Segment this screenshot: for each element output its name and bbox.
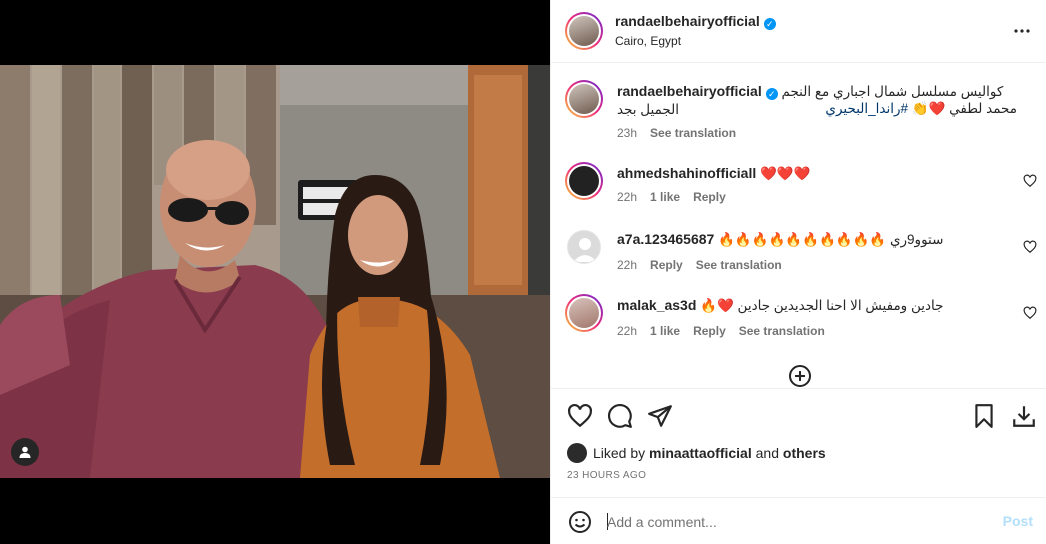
author-username[interactable]: randaelbehairyofficial — [615, 13, 760, 29]
comment-avatar[interactable] — [569, 298, 599, 328]
comments-list: randaelbehairyofficial ✓ كواليس مسلسل شما… — [551, 64, 1046, 388]
like-comment-heart-icon[interactable] — [1023, 174, 1037, 188]
default-avatar-icon — [573, 238, 597, 262]
comment-see-translation[interactable]: See translation — [696, 258, 782, 272]
load-more-comments-icon[interactable] — [788, 364, 812, 388]
comment-username[interactable]: malak_as3d — [617, 297, 696, 313]
caption-time: 23h — [617, 126, 638, 140]
post-details-panel: randaelbehairyofficial ✓ Cairo, Egypt ran… — [550, 0, 1046, 544]
verified-badge-icon: ✓ — [765, 88, 778, 100]
liked-by-line: Liked by minaattaofficial and others — [567, 443, 826, 465]
comment-text: 🔥🔥🔥🔥🔥🔥🔥🔥🔥🔥 ستوو9ري — [718, 232, 944, 247]
comment-text: 🔥❤️ جادين ومفيش الا احنا الجديدين جادين — [700, 298, 944, 313]
post-header: randaelbehairyofficial ✓ Cairo, Egypt — [551, 0, 1046, 63]
share-paper-plane-icon[interactable] — [647, 403, 673, 429]
person-icon — [19, 446, 31, 458]
caption-see-translation[interactable]: See translation — [650, 126, 736, 140]
comment-username[interactable]: a7a.123465687 — [617, 231, 714, 247]
comment-reply-button[interactable]: Reply — [693, 324, 726, 338]
likes-others-link[interactable]: others — [783, 445, 826, 461]
comment-time: 22h — [617, 190, 638, 204]
caption-hashtag[interactable]: #راندا_البحيري — [825, 101, 908, 116]
comment-time: 22h — [617, 324, 638, 338]
comment-avatar[interactable] — [567, 230, 601, 264]
comment-row: a7a.123465687 🔥🔥🔥🔥🔥🔥🔥🔥🔥🔥 ستوو9ري 22h Repl… — [551, 228, 1046, 278]
download-icon[interactable] — [1011, 403, 1037, 429]
like-heart-icon[interactable] — [567, 403, 593, 429]
post-comment-button[interactable]: Post — [1003, 513, 1033, 529]
more-options-icon[interactable] — [1013, 22, 1031, 40]
comment-likes[interactable]: 1 like — [650, 324, 680, 338]
caption-avatar[interactable] — [569, 84, 599, 114]
comment-reply-button[interactable]: Reply — [650, 258, 683, 272]
comment-input[interactable] — [607, 511, 987, 533]
photo-illustration — [0, 65, 550, 478]
comment-time: 22h — [617, 258, 638, 272]
comment-reply-button[interactable]: Reply — [693, 190, 726, 204]
post-media — [0, 0, 550, 544]
comment-row: ahmedshahinofficiall ❤️❤️❤️ 22h 1 like Rep… — [551, 162, 1046, 212]
post-timestamp[interactable]: 23 HOURS AGO — [567, 470, 646, 481]
comment-likes[interactable]: 1 like — [650, 190, 680, 204]
verified-badge-icon: ✓ — [763, 18, 776, 30]
comment-bubble-icon[interactable] — [607, 403, 633, 429]
comment-username[interactable]: ahmedshahinofficiall — [617, 165, 756, 181]
caption-text-line2: محمد لطفي ❤️👏 — [908, 101, 1017, 116]
comment-see-translation[interactable]: See translation — [739, 324, 825, 338]
like-comment-heart-icon[interactable] — [1023, 240, 1037, 254]
add-comment-bar: Post — [551, 497, 1046, 544]
comment-avatar[interactable] — [569, 166, 599, 196]
comment-text: ❤️❤️❤️ — [760, 166, 811, 181]
tagged-users-button[interactable] — [11, 438, 39, 466]
caption: randaelbehairyofficial ✓ كواليس مسلسل شما… — [551, 80, 1046, 150]
emoji-icon[interactable] — [568, 510, 592, 534]
caption-username[interactable]: randaelbehairyofficial — [617, 83, 762, 99]
save-bookmark-icon[interactable] — [971, 403, 997, 429]
like-comment-heart-icon[interactable] — [1023, 306, 1037, 320]
author-avatar[interactable] — [569, 16, 599, 46]
post-location[interactable]: Cairo, Egypt — [615, 34, 681, 48]
liker-avatar[interactable] — [567, 443, 587, 463]
comment-row: malak_as3d 🔥❤️ جادين ومفيش الا احنا الجد… — [551, 294, 1046, 344]
post-photo[interactable] — [0, 65, 550, 478]
action-bar — [551, 388, 1046, 443]
liker-username[interactable]: minaattaofficial — [649, 445, 752, 461]
